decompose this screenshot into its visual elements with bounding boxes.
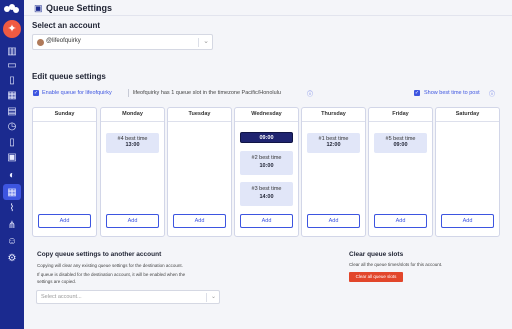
day-name: Tuesday [188,111,211,117]
slot-time: 13:00 [125,142,140,148]
day-divider [168,121,231,122]
slot-time: 09:00 [393,142,408,148]
select-account-heading: Select an account [32,21,101,30]
copy-account-select[interactable]: Select account... ⌄ [36,290,220,304]
select-divider [206,293,207,302]
day-column-tuesday: Tuesday Add [167,107,232,237]
analytics-icon[interactable]: ▥ [6,46,18,57]
queue-settings-icon: ▣ [34,3,43,13]
day-name: Monday [122,111,143,117]
add-slot-button[interactable]: Add [106,214,159,228]
queue-slot[interactable]: #3 best time 14:00 [240,182,293,206]
copy-desc-1: Copying will clear any existing queue se… [37,263,183,268]
queue-slot[interactable]: #2 best time 10:00 [240,151,293,175]
user-icon[interactable]: ☺ [6,236,18,247]
add-slot-button[interactable]: Add [441,214,494,228]
mobile-icon[interactable]: ▯ [6,75,18,86]
copy-account-placeholder: Select account... [41,294,82,300]
clear-slots-heading: Clear queue slots [349,251,404,258]
day-column-saturday: Saturday Add [435,107,500,237]
day-divider [436,121,499,122]
show-best-time-label[interactable]: Show best time to post [424,90,480,96]
grid-icon[interactable]: ▤ [6,106,18,117]
day-name: Friday [392,111,409,117]
app-logo-icon[interactable] [4,4,20,14]
slot-time: 09:00 [259,135,274,141]
day-column-wednesday: Wednesday 09:00 #2 best time 10:00 #3 be… [234,107,299,237]
day-name: Saturday [455,111,480,117]
queue-slot[interactable]: #4 best time 13:00 [106,133,159,153]
inbox-icon[interactable]: ▭ [6,60,18,71]
account-select-value: @lifeofquirky [46,38,81,44]
attachment-icon[interactable]: ⌇ [6,203,18,214]
info-icon[interactable]: ⓘ [489,89,495,98]
enable-queue-label[interactable]: Enable queue for lifeofquirky [42,90,112,96]
copy-desc-2: If queue is disabled for the destination… [37,272,186,277]
day-column-thursday: Thursday #1 best time 12:00 Add [301,107,366,237]
add-slot-button[interactable]: Add [38,214,91,228]
copy-desc-3: settings are copied. [37,279,77,284]
chevron-down-icon: ⌄ [210,294,216,300]
chevron-down-icon: ⌄ [203,38,209,45]
image-icon[interactable]: ▣ [6,152,18,163]
day-name: Thursday [321,111,346,117]
clear-all-slots-button[interactable]: Clear all queue slots [349,272,403,282]
day-divider [302,121,365,122]
day-name: Sunday [54,111,75,117]
slot-time: 10:00 [259,163,274,169]
slot-time: 12:00 [326,142,341,148]
document-icon[interactable]: ▯ [6,137,18,148]
add-slot-button[interactable]: Add [240,214,293,228]
queue-calendar-icon[interactable]: ▦ [6,187,18,198]
divider [128,89,129,97]
clock-icon[interactable]: ◷ [6,121,18,132]
add-slot-button[interactable]: Add [374,214,427,228]
best-time-label: #2 best time [251,155,282,161]
day-column-monday: Monday #4 best time 13:00 Add [100,107,165,237]
palette-icon[interactable]: ◐ [6,170,18,181]
queue-slot-selected[interactable]: 09:00 [240,132,293,143]
network-icon[interactable]: ⋔ [6,220,18,231]
clear-slots-desc: Clear all the queue times/slots for this… [349,262,443,267]
calendar-icon[interactable]: ▦ [6,90,18,101]
slot-time: 14:00 [259,194,274,200]
day-divider [101,121,164,122]
day-column-friday: Friday #5 best time 09:00 Add [368,107,433,237]
info-icon[interactable]: ⓘ [307,89,313,98]
top-bar: ▣ Queue Settings [24,0,512,16]
sidebar: ✦ ▥ ▭ ▯ ▦ ▤ ◷ ▯ ▣ ◐ ▦ ⌇ ⋔ ☺ ⚙ [0,0,24,329]
share-icon[interactable]: ✦ [3,20,21,38]
edit-queue-heading: Edit queue settings [32,72,106,81]
day-divider [33,121,96,122]
queue-slot[interactable]: #5 best time 09:00 [374,133,427,153]
select-divider [198,38,199,47]
queue-slot[interactable]: #1 best time 12:00 [307,133,360,153]
copy-settings-heading: Copy queue settings to another account [37,251,162,258]
queue-info-text: lifeofquirky has 1 queue slot in the tim… [133,90,281,96]
show-best-time-checkbox[interactable]: ✓ [414,90,420,96]
day-divider [235,121,298,122]
day-column-sunday: Sunday Add [32,107,97,237]
account-select[interactable]: @lifeofquirky ⌄ [32,34,213,50]
add-slot-button[interactable]: Add [307,214,360,228]
day-divider [369,121,432,122]
day-name: Wednesday [251,111,282,117]
avatar [37,39,44,46]
add-slot-button[interactable]: Add [173,214,226,228]
enable-queue-checkbox[interactable]: ✓ [33,90,39,96]
page-title: Queue Settings [46,3,113,13]
settings-icon[interactable]: ⚙ [6,253,18,264]
best-time-label: #3 best time [251,186,282,192]
